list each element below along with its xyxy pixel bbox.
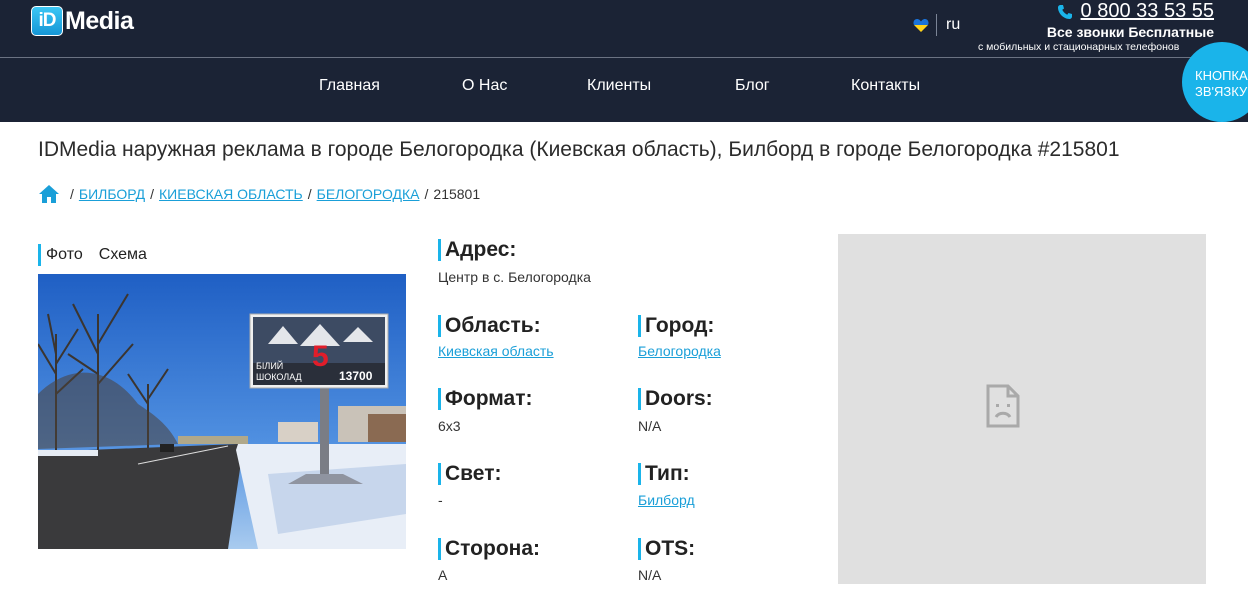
- logo-word: Media: [65, 6, 134, 35]
- billboard-photo[interactable]: [38, 274, 406, 549]
- nav-item-clients[interactable]: Клиенты: [587, 77, 651, 95]
- phone-block[interactable]: 0 800 33 53 55: [1057, 0, 1214, 23]
- ukraine-heart-icon: [913, 19, 929, 32]
- format-label: Формат:: [438, 388, 533, 410]
- language-divider: [936, 14, 937, 36]
- phone-number[interactable]: 0 800 33 53 55: [1081, 0, 1214, 23]
- language-switcher[interactable]: ru: [913, 14, 960, 36]
- nav-item-home[interactable]: Главная: [319, 77, 380, 95]
- region-label: Область:: [438, 315, 541, 337]
- doors-value: N/A: [638, 418, 662, 434]
- free-calls-text: Все звонки Бесплатные: [1046, 24, 1214, 40]
- city-link[interactable]: Белогородка: [638, 343, 721, 359]
- side-label: Сторона:: [438, 538, 540, 560]
- tab-scheme[interactable]: Схема: [99, 246, 147, 264]
- broken-image-icon: [986, 384, 1020, 428]
- billboard-ad-number: 5: [312, 340, 329, 373]
- language-code[interactable]: ru: [946, 16, 960, 34]
- billboard-ad-line2: ШОКОЛАД: [256, 372, 302, 382]
- logo[interactable]: iD Media: [31, 6, 134, 36]
- home-icon[interactable]: [38, 184, 60, 204]
- breadcrumb-billboard[interactable]: БИЛБОРД: [79, 186, 145, 202]
- main-nav: Главная О Нас Клиенты Блог Контакты: [0, 58, 1248, 122]
- billboard-ad-price: 13700: [339, 369, 373, 383]
- header-top-bar: iD Media ru 0 800 33 53 55 Все звонки Бе…: [0, 0, 1248, 57]
- side-value: A: [438, 567, 448, 583]
- tab-photo[interactable]: Фото: [46, 246, 83, 264]
- ots-label: OTS:: [638, 538, 695, 560]
- billboard-ad-line1: БІЛИЙ: [256, 361, 284, 371]
- tab-active-indicator: [38, 244, 41, 266]
- doors-label: Doors:: [638, 388, 713, 410]
- nav-item-contacts[interactable]: Контакты: [851, 77, 920, 95]
- billboard-photo-image: [38, 274, 406, 549]
- photo-tabs: Фото Схема: [38, 244, 163, 266]
- nav-item-blog[interactable]: Блог: [735, 77, 770, 95]
- ots-value: N/A: [638, 567, 662, 583]
- light-label: Свет:: [438, 463, 501, 485]
- billboard-ad-text: БІЛИЙ ШОКОЛАД 5 13700: [253, 340, 388, 386]
- breadcrumb-city[interactable]: БЕЛОГОРОДКА: [317, 186, 420, 202]
- breadcrumb-separator: /: [150, 186, 155, 202]
- phone-icon: [1057, 4, 1072, 19]
- format-value: 6x3: [438, 418, 461, 434]
- breadcrumb-region[interactable]: КИЕВСКАЯ ОБЛАСТЬ: [159, 186, 303, 202]
- address-value: Центр в с. Белогородка: [438, 269, 591, 285]
- address-label: Адрес:: [438, 239, 516, 261]
- logo-mark: iD: [31, 6, 63, 36]
- city-label: Город:: [638, 315, 714, 337]
- region-link[interactable]: Киевская область: [438, 343, 554, 359]
- breadcrumb: / БИЛБОРД / КИЕВСКАЯ ОБЛАСТЬ / БЕЛОГОРОД…: [38, 184, 480, 204]
- breadcrumb-separator: /: [307, 186, 312, 202]
- breadcrumb-separator: /: [70, 186, 74, 202]
- map-placeholder: [838, 234, 1206, 584]
- light-value: -: [438, 492, 443, 508]
- nav-item-about[interactable]: О Нас: [462, 77, 507, 95]
- page-title: IDMedia наружная реклама в городе Белого…: [38, 138, 1120, 161]
- breadcrumb-current: 215801: [433, 186, 481, 202]
- type-label: Тип:: [638, 463, 690, 485]
- type-link[interactable]: Билборд: [638, 492, 695, 508]
- breadcrumb-separator: /: [424, 186, 429, 202]
